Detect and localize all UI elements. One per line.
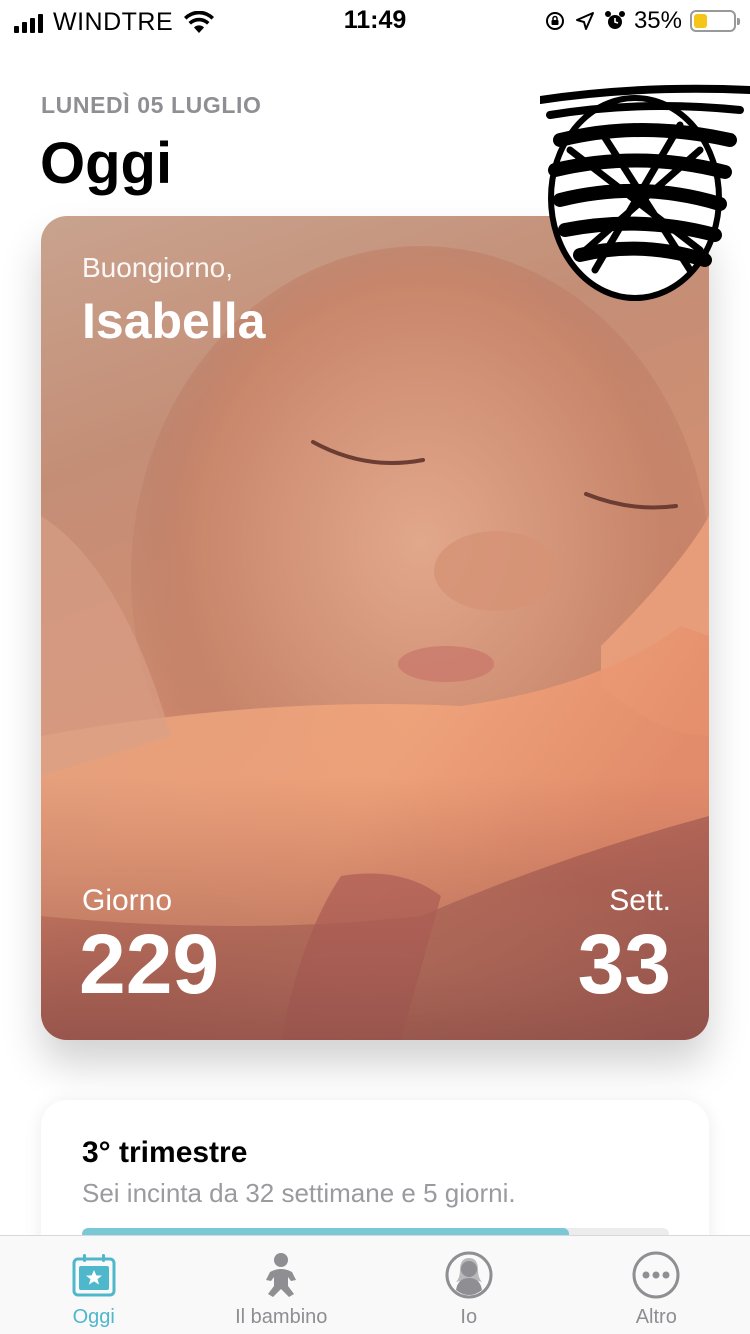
page-title: Oggi [40, 131, 173, 196]
battery-icon [690, 10, 740, 32]
trimester-title: 3° trimestre [82, 1136, 248, 1169]
profile-avatar[interactable] [540, 80, 750, 305]
tab-altro[interactable]: Altro [563, 1236, 750, 1334]
day-count: 229 [79, 917, 220, 1011]
tab-oggi[interactable]: Oggi [0, 1236, 188, 1334]
date-label: LUNEDÌ 05 LUGLIO [41, 92, 262, 118]
tab-label: Io [460, 1306, 478, 1328]
tab-io[interactable]: Io [375, 1236, 563, 1334]
app-screen: WINDTRE 11:49 35% LUNEDÌ 05 LUGLIO Oggi … [0, 0, 750, 1334]
day-label: Giorno [82, 884, 173, 917]
tab-label: Oggi [72, 1306, 115, 1328]
status-bar: WINDTRE 11:49 35% [0, 0, 750, 40]
alarm-icon [604, 11, 625, 29]
battery-percentage: 35% [633, 7, 682, 34]
trimester-subtitle: Sei incinta da 32 settimane e 5 giorni. [82, 1178, 516, 1208]
greeting-text: Buongiorno, [82, 252, 234, 283]
more-icon [632, 1251, 680, 1299]
location-arrow-icon [575, 12, 594, 30]
tab-label: Altro [635, 1306, 677, 1328]
calendar-star-icon [72, 1254, 116, 1297]
tab-label: Il bambino [235, 1306, 328, 1328]
battery-level [694, 14, 708, 28]
week-count: 33 [577, 917, 671, 1011]
week-label: Sett. [609, 884, 671, 917]
baby-icon [266, 1253, 297, 1297]
tab-bar: Oggi Il bambino Io Altro [0, 1235, 750, 1334]
user-name: Isabella [82, 293, 266, 349]
profile-icon [445, 1251, 493, 1299]
orientation-lock-icon [545, 12, 564, 30]
tab-il-bambino[interactable]: Il bambino [188, 1236, 376, 1334]
pregnancy-hero-card[interactable]: Buongiorno, Isabella Giorno 229 Sett. 33 [41, 216, 709, 1040]
